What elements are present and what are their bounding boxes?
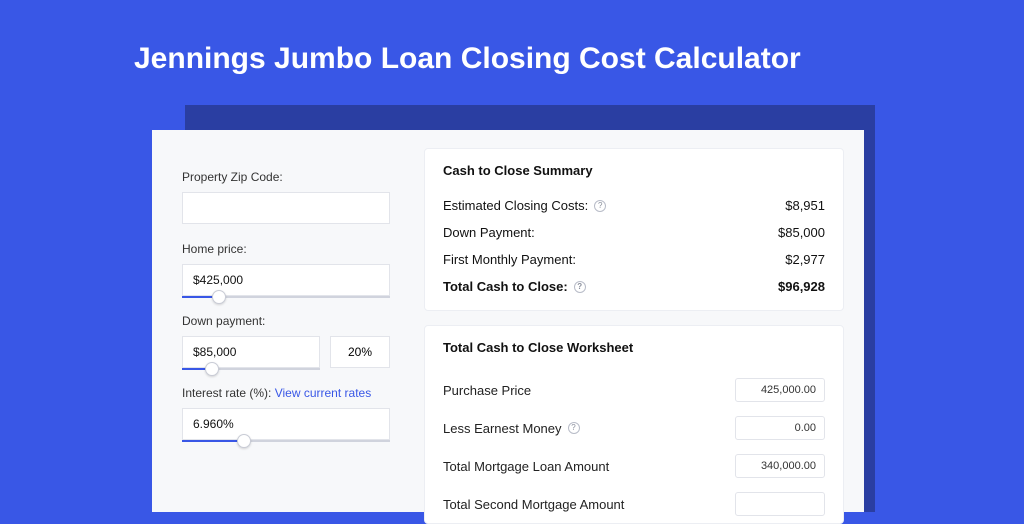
worksheet-row-value[interactable] (735, 492, 825, 516)
zip-label: Property Zip Code: (182, 170, 390, 184)
field-home-price: Home price: (182, 242, 390, 296)
view-rates-link[interactable]: View current rates (275, 386, 372, 400)
summary-total-label: Total Cash to Close: (443, 279, 568, 294)
worksheet-title: Total Cash to Close Worksheet (443, 340, 825, 355)
rate-slider-fill (182, 440, 244, 442)
worksheet-row-value[interactable]: 425,000.00 (735, 378, 825, 402)
page-title: Jennings Jumbo Loan Closing Cost Calcula… (0, 0, 1024, 76)
rate-input[interactable] (182, 408, 390, 440)
price-label: Home price: (182, 242, 390, 256)
field-down-payment: Down payment: (182, 314, 390, 368)
summary-total-value: $96,928 (778, 279, 825, 294)
price-slider-thumb[interactable] (212, 290, 226, 304)
rate-slider-thumb[interactable] (237, 434, 251, 448)
help-icon[interactable]: ? (594, 200, 606, 212)
summary-total-row: Total Cash to Close: ? $96,928 (443, 273, 825, 300)
worksheet-row-label: Purchase Price (443, 383, 531, 398)
worksheet-row: Less Earnest Money ? 0.00 (443, 409, 825, 447)
rate-input-wrap (182, 408, 390, 440)
worksheet-row-label: Less Earnest Money (443, 421, 562, 436)
worksheet-row: Purchase Price 425,000.00 (443, 371, 825, 409)
down-input-wrap (182, 336, 320, 368)
zip-input[interactable] (182, 192, 390, 224)
down-label: Down payment: (182, 314, 390, 328)
summary-row-value: $2,977 (785, 252, 825, 267)
cash-to-close-summary: Cash to Close Summary Estimated Closing … (424, 148, 844, 311)
worksheet-row-value[interactable]: 0.00 (735, 416, 825, 440)
down-slider-thumb[interactable] (205, 362, 219, 376)
down-pct-input[interactable] (330, 336, 390, 368)
summary-row: Down Payment: $85,000 (443, 219, 825, 246)
inputs-column: Property Zip Code: Home price: Down paym… (152, 130, 412, 512)
price-input[interactable] (182, 264, 390, 296)
help-icon[interactable]: ? (568, 422, 580, 434)
worksheet-row-label: Total Second Mortgage Amount (443, 497, 624, 512)
worksheet-card: Total Cash to Close Worksheet Purchase P… (424, 325, 844, 524)
summary-row: Estimated Closing Costs: ? $8,951 (443, 192, 825, 219)
summary-row-label: Estimated Closing Costs: (443, 198, 588, 213)
worksheet-row-label: Total Mortgage Loan Amount (443, 459, 609, 474)
down-input[interactable] (182, 336, 320, 368)
field-interest-rate: Interest rate (%): View current rates (182, 386, 390, 440)
help-icon[interactable]: ? (574, 281, 586, 293)
summary-row-value: $85,000 (778, 225, 825, 240)
worksheet-row-value[interactable]: 340,000.00 (735, 454, 825, 478)
calculator-card: Property Zip Code: Home price: Down paym… (152, 130, 864, 512)
summary-row: First Monthly Payment: $2,977 (443, 246, 825, 273)
worksheet-row: Total Second Mortgage Amount (443, 485, 825, 523)
summary-title: Cash to Close Summary (443, 163, 825, 178)
rate-label: Interest rate (%): (182, 386, 271, 400)
field-zip: Property Zip Code: (182, 170, 390, 224)
price-input-wrap (182, 264, 390, 296)
summary-row-label: First Monthly Payment: (443, 252, 576, 267)
worksheet-row: Total Mortgage Loan Amount 340,000.00 (443, 447, 825, 485)
summary-row-label: Down Payment: (443, 225, 535, 240)
summary-row-value: $8,951 (785, 198, 825, 213)
results-column: Cash to Close Summary Estimated Closing … (412, 130, 864, 512)
